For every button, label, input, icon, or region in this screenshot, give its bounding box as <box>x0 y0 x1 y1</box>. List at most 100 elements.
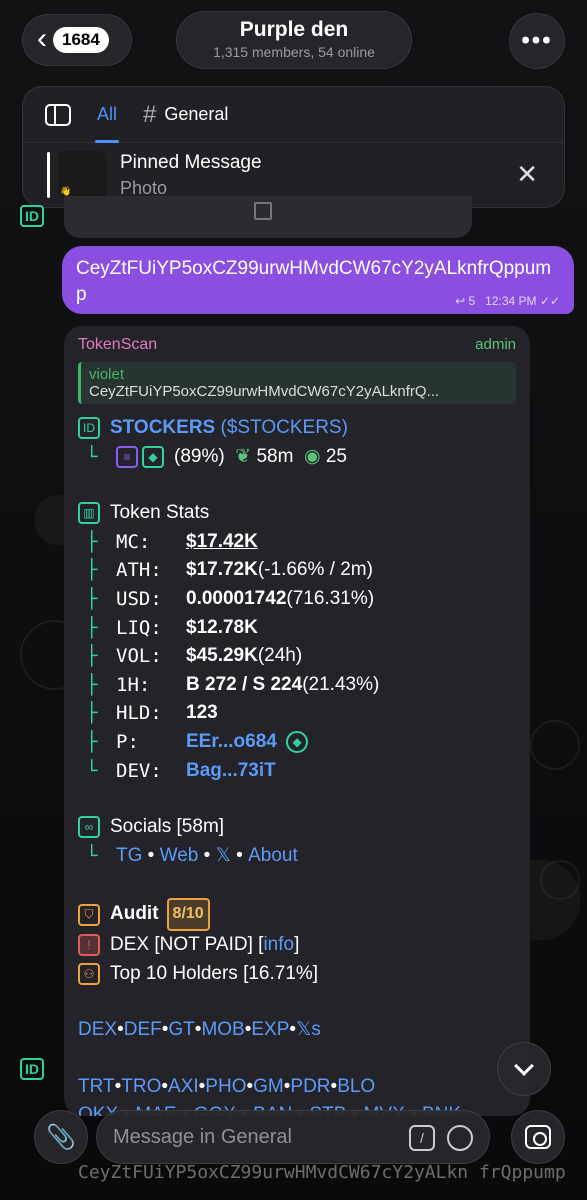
socials-age: [58m] <box>176 816 225 838</box>
pill-icon[interactable]: ◆ <box>286 731 309 754</box>
stat-extra: (21.43%) <box>302 673 380 695</box>
sender-name[interactable]: TokenScan <box>78 336 516 354</box>
stat-row-ath: ├ ATH: $17.72K (-1.66% / 2m) <box>78 556 516 585</box>
attach-button[interactable]: 📎 <box>34 1110 88 1164</box>
socials-header: ∞ Socials [58m] <box>78 813 516 842</box>
bot-avatar-icon[interactable]: ID <box>20 205 44 227</box>
sticker-icon[interactable] <box>447 1125 473 1151</box>
stat-key: ATH: <box>116 559 162 582</box>
stat-row-usd: ├ USD: 0.00001742 (716.31%) <box>78 585 516 614</box>
incoming-message-bubble[interactable]: TokenScan admin violet CeyZtFUiYP5oxCZ99… <box>64 326 530 1116</box>
link-pdr[interactable]: PDR <box>290 1073 330 1102</box>
message-input[interactable] <box>113 1125 403 1149</box>
link-dex[interactable]: DEX <box>78 1016 117 1045</box>
commands-icon[interactable]: / <box>409 1125 435 1151</box>
topic-tabs: All # General <box>23 87 564 143</box>
reply-quote[interactable]: violet CeyZtFUiYP5oxCZ99urwHMvdCW67cY2yA… <box>78 362 516 404</box>
link-pho[interactable]: PHO <box>205 1073 246 1102</box>
link-blo[interactable]: BLO <box>337 1073 375 1102</box>
tree-connector: ├ <box>86 559 98 582</box>
social-link-x[interactable]: 𝕏 <box>216 842 231 871</box>
stat-extra: (-1.66% / 2m) <box>257 559 373 581</box>
link-exp[interactable]: EXP <box>251 1016 289 1045</box>
chat-header: ‹ 1684 Purple den 1,315 members, 54 onli… <box>0 0 587 80</box>
stat-value: $45.29K <box>186 645 258 667</box>
pinned-thumbnail <box>58 151 106 199</box>
reply-text: CeyZtFUiYP5oxCZ99urwHMvdCW67cY2yALknfrQ.… <box>89 383 440 400</box>
links-row-2: TRT • TRO • AXI • PHO • GM • PDR • BLO <box>78 1073 516 1102</box>
dex-info-link[interactable]: info <box>263 931 294 960</box>
more-options-button[interactable]: ••• <box>509 13 565 69</box>
social-link-about[interactable]: About <box>248 842 298 871</box>
stat-key: HLD: <box>116 702 162 725</box>
link-trt[interactable]: TRT <box>78 1073 115 1102</box>
bot-avatar-icon[interactable]: ID <box>20 1058 44 1080</box>
link-gt[interactable]: GT <box>168 1016 194 1045</box>
tab-general-label: General <box>164 104 229 124</box>
stat-key: 1H: <box>116 673 151 696</box>
reply-count: 5 <box>468 294 476 308</box>
token-ticker[interactable]: ($STOCKERS) <box>221 414 348 443</box>
eye-icon: ◉ <box>303 445 321 467</box>
links-row-1: DEX • DEF • GT • MOB • EXP • 𝕏s <box>78 1016 516 1045</box>
link-tro[interactable]: TRO <box>121 1073 161 1102</box>
stat-key: P: <box>116 730 139 753</box>
tree-connector: ├ <box>86 645 98 668</box>
pill-icon: ◆ <box>142 445 164 468</box>
tree-connector: ├ <box>86 587 98 610</box>
audit-title: Audit <box>110 903 159 925</box>
wallpaper-doodle <box>530 720 580 770</box>
stat-row-hld: ├ HLD: 123 <box>78 699 516 728</box>
token-pct: (89%) <box>174 445 225 467</box>
message-time: 12:34 PM <box>485 294 537 308</box>
outgoing-message-bubble[interactable]: CeyZtFUiYP5oxCZ99urwHMvdCW67cY2yALknfrQp… <box>62 246 574 314</box>
tab-general[interactable]: # General <box>143 87 228 143</box>
tree-connector: └ <box>86 759 98 782</box>
message-meta: ↩ 5 12:34 PM ✓✓ <box>455 294 560 308</box>
link-def[interactable]: DEF <box>124 1016 162 1045</box>
stats-icon: ▥ <box>78 502 100 525</box>
tree-connector: └ <box>86 445 98 468</box>
token-age: 58m <box>256 445 294 467</box>
link-xs[interactable]: 𝕏s <box>296 1016 321 1045</box>
stat-key: MC: <box>116 530 151 553</box>
stat-key: LIQ: <box>116 616 162 639</box>
pinned-indicator <box>47 152 50 198</box>
token-header: ID STOCKERS ($STOCKERS) <box>78 414 516 443</box>
stat-value[interactable]: $17.42K <box>186 528 258 557</box>
token-icon: ID <box>78 417 100 440</box>
previous-message-bubble[interactable] <box>64 196 472 238</box>
message-input-container: / <box>96 1110 490 1164</box>
reply-icon: ↩ <box>455 294 466 308</box>
stat-row-1h: ├ 1H: B 272 / S 224 (21.43%) <box>78 671 516 700</box>
dev-link[interactable]: Bag...73iT <box>186 757 276 786</box>
social-link-tg[interactable]: TG <box>116 842 142 871</box>
sidebar-toggle-icon[interactable] <box>45 103 71 126</box>
trash-icon <box>254 202 272 220</box>
camera-button[interactable] <box>511 1110 565 1164</box>
socials-links: └ TG • Web • 𝕏 • About <box>78 842 516 871</box>
admin-badge: admin <box>475 336 516 353</box>
social-link-web[interactable]: Web <box>160 842 199 871</box>
pair-link[interactable]: EEr...o684 <box>186 728 277 757</box>
users-icon: ⚇ <box>78 962 100 985</box>
camera-icon <box>525 1125 551 1149</box>
chat-subtitle: 1,315 members, 54 online <box>213 44 375 60</box>
tree-connector: ├ <box>86 730 98 753</box>
warning-icon: ! <box>78 934 100 957</box>
chat-title-pill[interactable]: Purple den 1,315 members, 54 online <box>176 11 412 69</box>
back-button[interactable]: ‹ 1684 <box>22 14 132 66</box>
token-name-link[interactable]: STOCKERS <box>110 414 215 443</box>
scroll-down-button[interactable] <box>497 1042 551 1096</box>
token-meta-row: └ ≡ ◆ (89%) ❦ 58m ◉ 25 <box>78 443 516 472</box>
shield-icon: ⛉ <box>78 903 100 926</box>
close-icon[interactable]: ✕ <box>516 159 538 190</box>
tab-all[interactable]: All <box>94 87 120 143</box>
topics-panel: All #General Pinned Message Photo ✕ <box>22 86 565 208</box>
stat-row-dev: └ DEV: Bag...73iT <box>78 757 516 786</box>
link-axi[interactable]: AXI <box>168 1073 199 1102</box>
link-gm[interactable]: GM <box>253 1073 284 1102</box>
ellipsis-icon: ••• <box>521 27 553 54</box>
dex-status-row: ! DEX [NOT PAID] [info] <box>78 931 516 960</box>
link-mob[interactable]: MOB <box>201 1016 244 1045</box>
